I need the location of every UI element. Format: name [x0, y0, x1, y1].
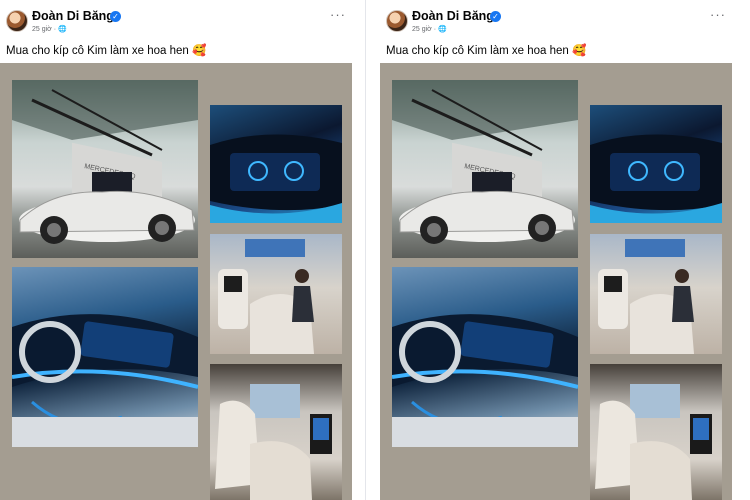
photo-rear-seat[interactable] [590, 364, 722, 500]
post-caption: Mua cho kíp cô Kim làm xe hoa hen 🥰 [6, 45, 207, 57]
verified-badge-icon: ✓ [490, 11, 501, 22]
photo-collage: MERCEDES-EQ [0, 63, 352, 500]
photo-car-exterior[interactable]: MERCEDES-EQ [12, 80, 198, 258]
post-timestamp[interactable]: 25 giờ · 🌐 [32, 25, 67, 33]
avatar[interactable] [6, 10, 28, 32]
facebook-post: Đoàn Di Băng ✓ 25 giờ · 🌐 ··· Mua cho kí… [0, 0, 352, 500]
author-name[interactable]: Đoàn Di Băng [32, 9, 114, 23]
photo-dashboard-screen[interactable] [590, 105, 722, 223]
facebook-post: Đoàn Di Băng ✓ 25 giờ · 🌐 ··· Mua cho kí… [380, 0, 732, 500]
timestamp-text: 25 giờ · [412, 26, 438, 33]
photo-rear-cabin[interactable] [590, 234, 722, 354]
author-name[interactable]: Đoàn Di Băng [412, 9, 494, 23]
more-options-button[interactable]: ··· [330, 7, 346, 22]
column-divider [365, 0, 366, 500]
avatar[interactable] [386, 10, 408, 32]
verified-badge-icon: ✓ [110, 11, 121, 22]
photo-collage: MERCEDES-EQ [380, 63, 732, 500]
photo-rear-cabin[interactable] [210, 234, 342, 354]
post-caption: Mua cho kíp cô Kim làm xe hoa hen 🥰 [386, 45, 587, 57]
photo-rear-seat[interactable] [210, 364, 342, 500]
photo-dashboard-screen[interactable] [210, 105, 342, 223]
globe-icon: 🌐 [58, 26, 67, 33]
timestamp-text: 25 giờ · [32, 26, 58, 33]
photo-interior-cockpit[interactable] [12, 267, 198, 447]
photo-car-exterior[interactable]: MERCEDES-EQ [392, 80, 578, 258]
more-options-button[interactable]: ··· [710, 7, 726, 22]
photo-interior-cockpit[interactable] [392, 267, 578, 447]
globe-icon: 🌐 [438, 26, 447, 33]
post-timestamp[interactable]: 25 giờ · 🌐 [412, 25, 447, 33]
